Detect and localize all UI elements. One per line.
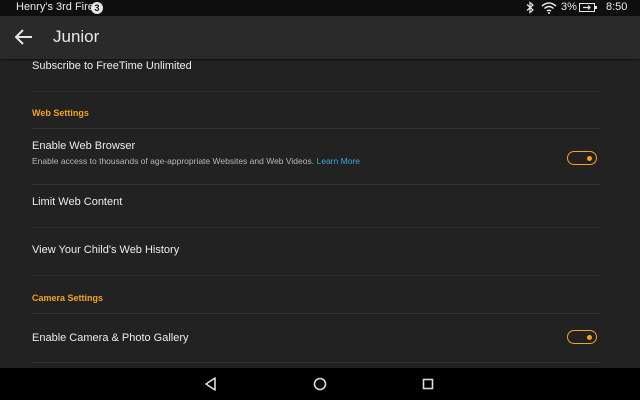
battery-charging-icon: [579, 3, 597, 12]
bluetooth-icon: [526, 1, 534, 14]
battery-percent: 3%: [561, 1, 577, 13]
enable-web-browser-row[interactable]: Enable Web Browser Enable access to thou…: [32, 129, 600, 185]
web-history-row[interactable]: View Your Child's Web History: [32, 228, 600, 276]
enable-camera-row[interactable]: Enable Camera & Photo Gallery: [32, 314, 600, 363]
enable-web-browser-description: Enable access to thousands of age-approp…: [32, 156, 360, 166]
notification-badge: 3: [91, 2, 103, 14]
enable-web-browser-label: Enable Web Browser: [32, 140, 136, 152]
app-bar: Junior: [0, 16, 640, 59]
settings-list[interactable]: Subscribe to FreeTime Unlimited Web Sett…: [0, 59, 640, 368]
description-text: Enable access to thousands of age-approp…: [32, 156, 315, 166]
toggle-knob: [587, 155, 592, 161]
limit-web-content-row[interactable]: Limit Web Content: [32, 185, 600, 228]
web-history-label: View Your Child's Web History: [32, 244, 180, 256]
status-bar: Henry's 3rd Fire 3 3% 8:50: [0, 0, 640, 16]
recents-square-icon[interactable]: [420, 376, 436, 392]
subscribe-freetime-label: Subscribe to FreeTime Unlimited: [32, 60, 192, 72]
toggle-knob: [587, 334, 592, 340]
wifi-icon: [541, 2, 557, 14]
limit-web-content-label: Limit Web Content: [32, 196, 123, 208]
navigation-bar: [0, 368, 640, 400]
clock-time: 8:50: [606, 1, 628, 13]
enable-camera-label: Enable Camera & Photo Gallery: [32, 332, 189, 344]
device-name: Henry's 3rd Fire: [16, 1, 94, 13]
home-circle-icon[interactable]: [312, 376, 328, 392]
back-arrow-icon[interactable]: [14, 28, 34, 46]
enable-web-browser-toggle[interactable]: [567, 151, 597, 165]
web-settings-header: Web Settings: [32, 108, 89, 118]
enable-camera-toggle[interactable]: [567, 330, 597, 344]
back-triangle-icon[interactable]: [203, 376, 219, 392]
camera-settings-header: Camera Settings: [32, 293, 104, 303]
page-title: Junior: [53, 27, 100, 46]
learn-more-link[interactable]: Learn More: [316, 156, 359, 166]
subscribe-freetime-row[interactable]: Subscribe to FreeTime Unlimited: [32, 59, 600, 92]
